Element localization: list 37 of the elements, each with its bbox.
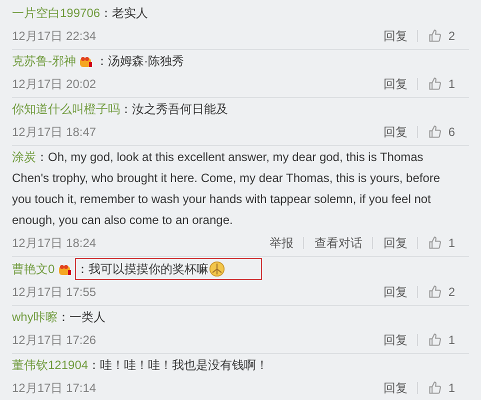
- comment-text: why咔嚓：一类人: [12, 309, 106, 326]
- timestamp: 12月17日 18:24: [12, 235, 96, 252]
- action-link[interactable]: 回复: [373, 378, 418, 398]
- thumbs-up-icon[interactable]: [428, 77, 442, 91]
- like-count: 6: [448, 124, 455, 141]
- thumbs-up-icon[interactable]: [428, 125, 442, 139]
- thumbs-up-icon[interactable]: [428, 29, 442, 43]
- thumbs-up-icon[interactable]: [428, 236, 442, 250]
- like-count: 1: [448, 380, 455, 397]
- action-link[interactable]: 回复: [373, 330, 418, 350]
- action-link[interactable]: 回复: [373, 282, 418, 302]
- thumbs-up-icon[interactable]: [428, 381, 442, 395]
- comment-text: 一片空白199706：老实人: [12, 5, 150, 22]
- comment-text: ：我可以摸摸你的奖杯嘛: [76, 261, 209, 278]
- like-count: 1: [448, 76, 455, 93]
- action-link[interactable]: 查看对话: [304, 233, 372, 253]
- timestamp: 12月17日 20:02: [12, 76, 96, 93]
- timestamp: 12月17日 17:26: [12, 332, 96, 349]
- timestamp: 12月17日 17:14: [12, 380, 96, 397]
- thumbs-up-icon[interactable]: [428, 285, 442, 299]
- thumbs-up-icon[interactable]: [428, 333, 442, 347]
- like-count: 2: [448, 28, 455, 45]
- action-link[interactable]: 回复: [373, 26, 418, 46]
- action-link[interactable]: 回复: [373, 122, 418, 142]
- action-link[interactable]: 举报: [259, 233, 304, 253]
- comment-text: 你知道什么叫橙子吗：汝之秀吾何日能及: [12, 101, 229, 118]
- action-link[interactable]: 回复: [373, 233, 418, 253]
- comment-text: 涂炭：Oh, my god, look at this excellent answer, my dear god, this is Thomas Chen's trophy, who brought it here. Come, my dear Thomas, this is yours, before you touch it, remember to wash your hands with tappear solemn, if you feel not enough, you can also come to an orange.: [12, 149, 442, 229]
- comment-text: 克苏鲁-邪神 ：汤姆森·陈独秀: [12, 53, 185, 70]
- like-count: 1: [448, 332, 455, 349]
- like-count: 2: [448, 284, 455, 301]
- like-count: 1: [448, 235, 455, 252]
- timestamp: 12月17日 22:34: [12, 28, 96, 45]
- comment-text: 董伟钦121904：哇！哇！哇！我也是没有钱啊！: [12, 357, 270, 374]
- timestamp: 12月17日 18:47: [12, 124, 96, 141]
- action-link[interactable]: 回复: [373, 74, 418, 94]
- timestamp: 12月17日 17:55: [12, 284, 96, 301]
